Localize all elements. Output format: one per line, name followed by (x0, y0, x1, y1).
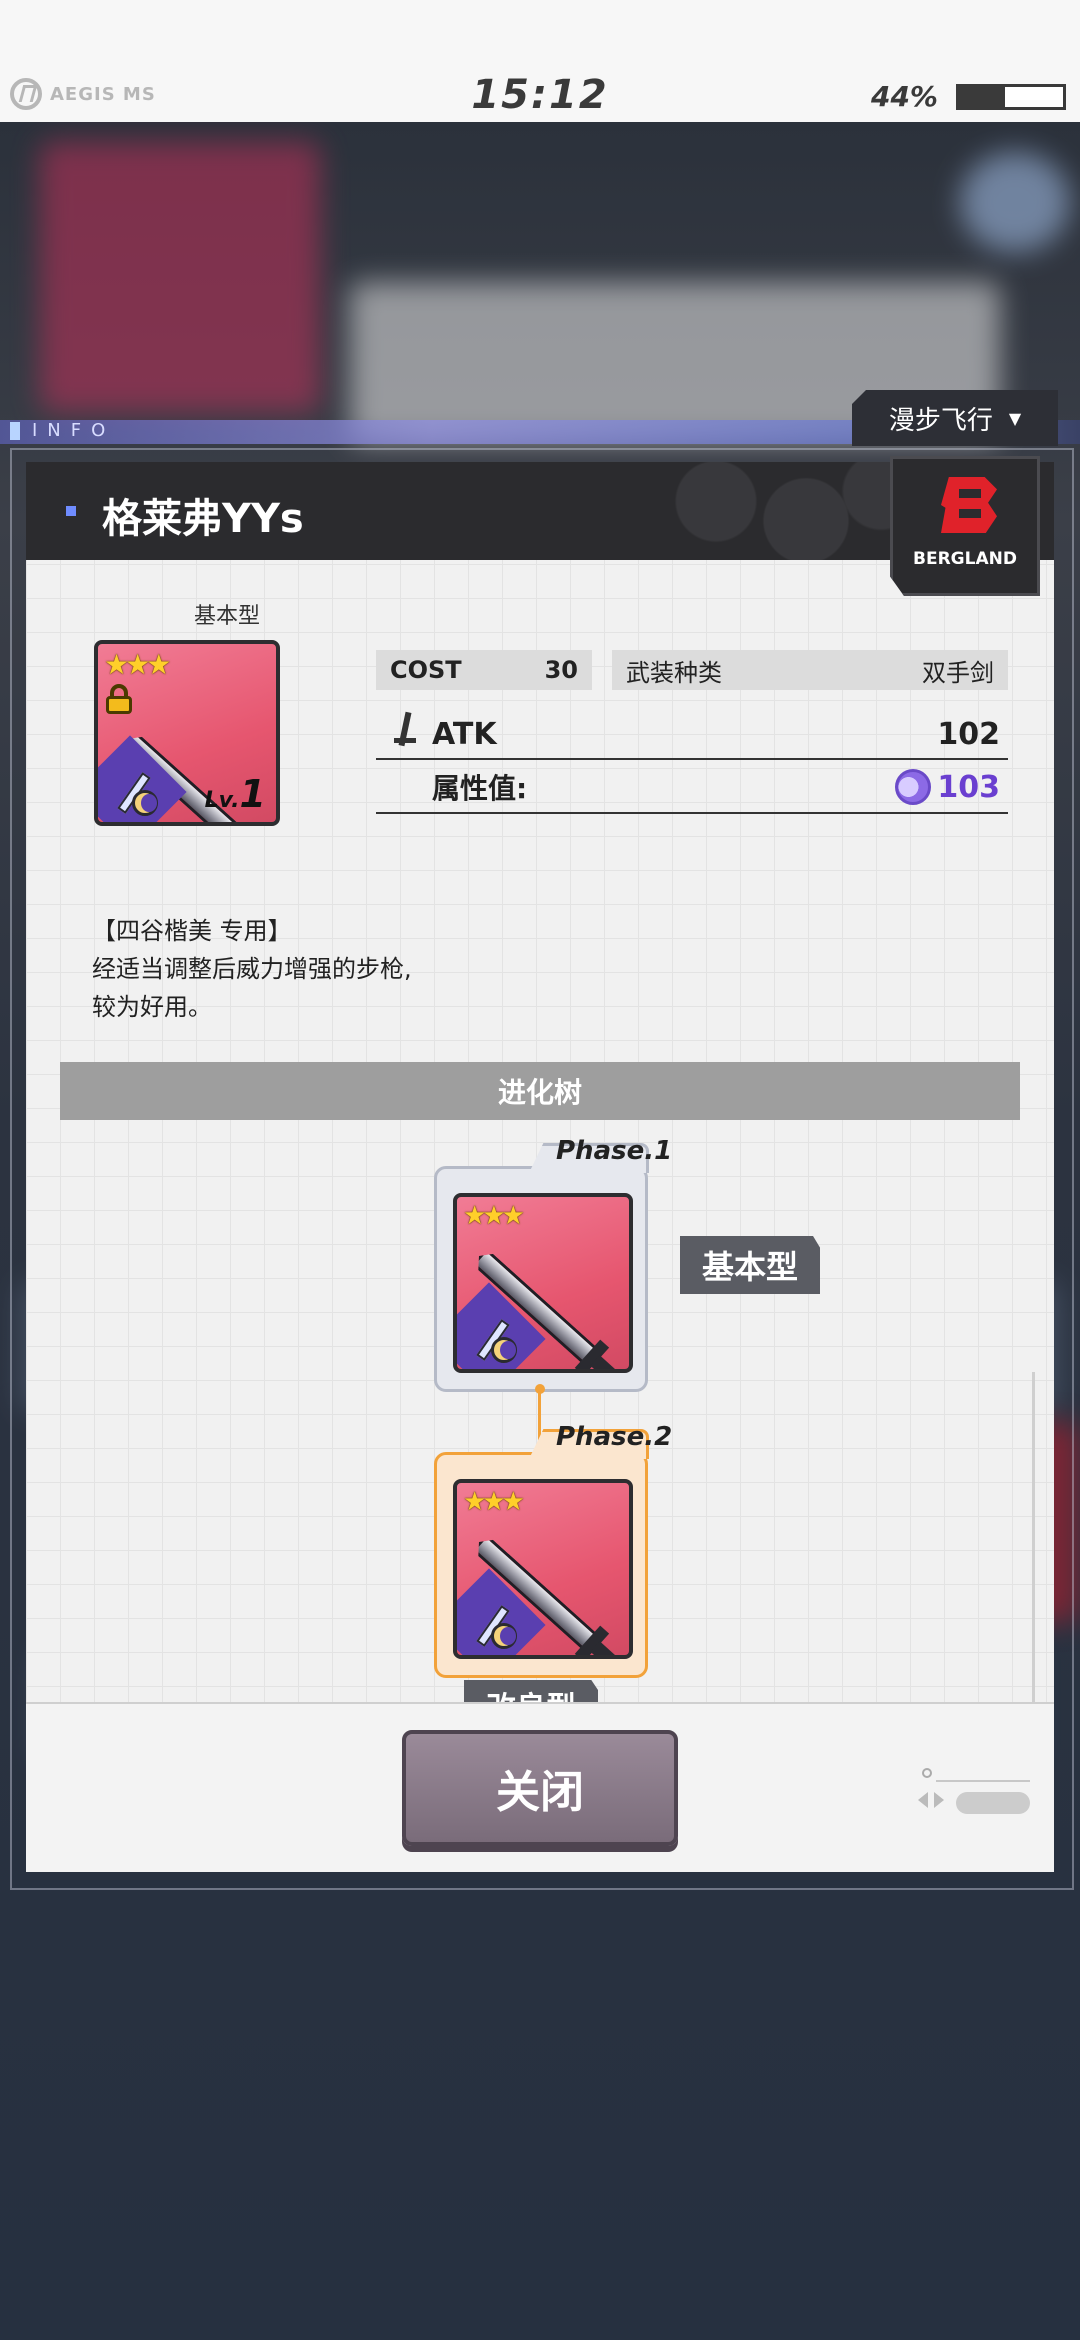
attribute-stat: 属性值: 103 (376, 762, 1008, 814)
level-prefix: Lv. (204, 788, 240, 813)
attribute-label: 属性值: (432, 772, 528, 805)
phase-1-node[interactable]: ★★★ (434, 1143, 649, 1392)
divider (936, 1780, 1030, 1782)
search-icon[interactable] (922, 1768, 932, 1778)
maker-name: BERGLAND (913, 549, 1017, 569)
scrollbar[interactable] (1032, 1372, 1035, 1702)
rarity-stars: ★★★ (104, 648, 171, 681)
attribute-value: 103 (937, 769, 1000, 805)
weapon-type-stat: 武装种类 双手剑 (612, 650, 1008, 690)
header-dot-icon (66, 506, 76, 516)
status-bar: AEGIS MS 15:12 44% (0, 0, 1080, 122)
mini-controls (916, 1768, 1036, 1814)
info-label: INFO (10, 420, 115, 441)
phase-1-weapon-icon: ★★★ (453, 1193, 633, 1373)
caret-down-icon: ▼ (1008, 408, 1022, 428)
description-line: 经适当调整后威力增强的步枪, (92, 955, 412, 983)
rarity-stars: ★★★ (463, 1487, 525, 1517)
flight-mode-label: 漫步飞行 (888, 405, 993, 436)
weapon-type-stat-label: 武装种类 (626, 658, 722, 687)
description-line: 较为好用。 (92, 993, 212, 1021)
battery-percent: 44% (870, 80, 938, 113)
evolution-tree-header: 进化树 (60, 1062, 1020, 1120)
moon-icon (132, 790, 158, 816)
description-line: 【四谷楷美 专用】 (92, 917, 292, 945)
atk-value: 102 (937, 716, 1000, 752)
bergland-logo-icon (941, 477, 997, 533)
attribute-orb-icon (895, 769, 932, 805)
moon-icon (491, 1337, 517, 1363)
phase-1-type-chip: 基本型 (680, 1236, 821, 1294)
rarity-stars: ★★★ (463, 1201, 525, 1231)
map-silhouette (626, 462, 926, 560)
maker-badge: BERGLAND (890, 456, 1040, 596)
weapon-type-label: 基本型 (194, 604, 261, 629)
weapon-description: 【四谷楷美 专用】 经适当调整后威力增强的步枪, 较为好用。 (92, 912, 412, 1026)
cost-stat: COST 30 (376, 650, 592, 690)
connector-node (535, 1384, 545, 1394)
close-button[interactable]: 关闭 (402, 1730, 678, 1846)
level-value: 1 (239, 772, 266, 816)
phase-2-node[interactable]: ★★★ (434, 1429, 649, 1678)
sword-atk-icon (390, 712, 420, 756)
cost-value: 30 (544, 656, 578, 684)
weapon-info-dialog: 格莱弗YYs 基本型 ★★★ Lv.1 COST 30 武装种类 双手剑 ATK… (26, 462, 1054, 1872)
toggle-pill[interactable] (956, 1792, 1030, 1814)
battery-icon (956, 84, 1066, 110)
cost-label: COST (390, 656, 462, 684)
flight-mode-dropdown[interactable]: 漫步飞行 ▼ (852, 390, 1058, 446)
weapon-title: 格莱弗YYs (102, 496, 304, 542)
arrow-right-icon[interactable] (934, 1792, 944, 1808)
phase-2-label: Phase.2 (556, 1422, 673, 1452)
arrow-left-icon[interactable] (918, 1792, 928, 1808)
weapon-icon-card: ★★★ Lv.1 (94, 640, 280, 826)
moon-icon (491, 1623, 517, 1649)
phase-2-weapon-icon: ★★★ (453, 1479, 633, 1659)
battery-fill (959, 87, 1005, 107)
weapon-type-stat-value: 双手剑 (922, 658, 994, 687)
lock-icon[interactable] (104, 684, 134, 714)
atk-stat: ATK 102 (376, 710, 1008, 760)
atk-label: ATK (432, 716, 497, 752)
weapon-level: Lv.1 (205, 772, 266, 816)
phase-1-label: Phase.1 (556, 1136, 673, 1166)
